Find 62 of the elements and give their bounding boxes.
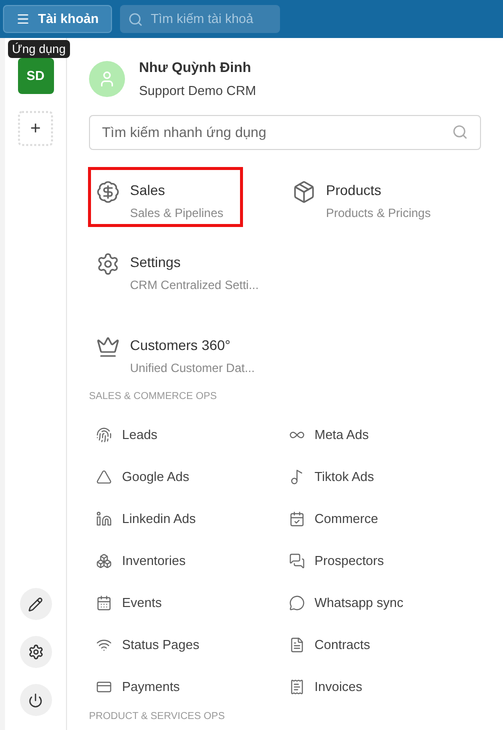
account-search-input[interactable]: Tìm kiếm tài khoả	[150, 9, 271, 29]
pencil-icon	[28, 596, 43, 612]
box-icon	[292, 180, 316, 204]
app-title: Sales	[130, 180, 166, 200]
boxes-icon	[96, 552, 112, 568]
app-subtitle: Unified Customer Dat...	[130, 360, 255, 376]
section-heading: PRODUCT & SERVICES OPS	[89, 710, 226, 724]
power-icon	[28, 692, 43, 708]
settings-icon	[28, 644, 44, 660]
chat-bubbles-icon	[288, 552, 304, 568]
edit-button[interactable]	[20, 588, 52, 620]
app-link[interactable]: Leads	[96, 414, 288, 456]
account-search-field[interactable]: Tìm kiếm tài khoả	[120, 5, 280, 33]
menu-icon	[16, 12, 30, 26]
app-link[interactable]: Commerce	[288, 498, 481, 540]
app-link[interactable]: Google Ads	[96, 456, 288, 498]
crown-icon	[96, 334, 120, 358]
app-link[interactable]: Contracts	[288, 624, 481, 666]
search-icon	[128, 12, 143, 26]
app-title: Customers 360°	[130, 336, 232, 354]
account-menu-button[interactable]: Tài khoản	[3, 5, 112, 33]
app-subtitle: Sales & Pipelines	[130, 204, 224, 222]
app-link[interactable]: Tiktok Ads	[288, 456, 481, 498]
app-tile[interactable]: Sales Sales & Pipelines	[88, 166, 243, 226]
app-title: Products	[326, 180, 382, 200]
chat-bubble-icon	[288, 594, 304, 610]
tooltip: Ứng dụng	[8, 40, 70, 58]
app-link[interactable]: Status Pages	[96, 624, 288, 666]
calendar-check-icon	[288, 510, 304, 526]
app-search-field[interactable]: Tìm kiếm nhanh ứng dụng	[89, 114, 481, 150]
triangle-icon	[96, 468, 112, 484]
app-tile[interactable]: Customers 360° Unified Customer Dat...	[88, 322, 266, 382]
document-icon	[288, 636, 304, 652]
app-subtitle: CRM Centralized Setti...	[130, 276, 259, 294]
app-link[interactable]: Payments	[96, 666, 288, 708]
settings-icon	[96, 252, 120, 276]
app-link[interactable]: Events	[96, 582, 288, 624]
app-link[interactable]: Prospectors	[288, 540, 481, 582]
app-title: Settings	[130, 252, 182, 272]
dollar-badge-icon	[96, 180, 120, 204]
app-link[interactable]: Whatsapp sync	[288, 582, 481, 624]
power-button[interactable]	[20, 684, 52, 716]
receipt-icon	[288, 678, 304, 694]
app-tile[interactable]: Products Products & Pricings	[284, 166, 442, 226]
user-name: Như Quỳnh Đinh	[139, 58, 252, 77]
section-heading: SALES & COMMERCE OPS	[89, 390, 218, 404]
settings-button[interactable]	[20, 636, 52, 668]
app-tile[interactable]: Settings CRM Centralized Setti...	[88, 238, 270, 298]
music-note-icon	[288, 468, 304, 484]
app-link[interactable]: Meta Ads	[288, 414, 481, 456]
app-subtitle: Products & Pricings	[326, 204, 431, 222]
app-link[interactable]: Linkedin Ads	[96, 498, 288, 540]
user-icon	[98, 70, 116, 88]
search-icon	[452, 124, 468, 140]
app-link[interactable]: Invoices	[288, 666, 481, 708]
calendar-icon	[96, 594, 112, 610]
app-search-input[interactable]: Tìm kiếm nhanh ứng dụng	[102, 122, 452, 142]
workspace-avatar[interactable]: SD	[18, 58, 54, 94]
organization-name: Support Demo CRM	[139, 82, 256, 100]
linkedin-icon	[96, 510, 112, 526]
add-workspace-button[interactable]: +	[18, 111, 53, 146]
app-link[interactable]: Inventories	[96, 540, 288, 582]
